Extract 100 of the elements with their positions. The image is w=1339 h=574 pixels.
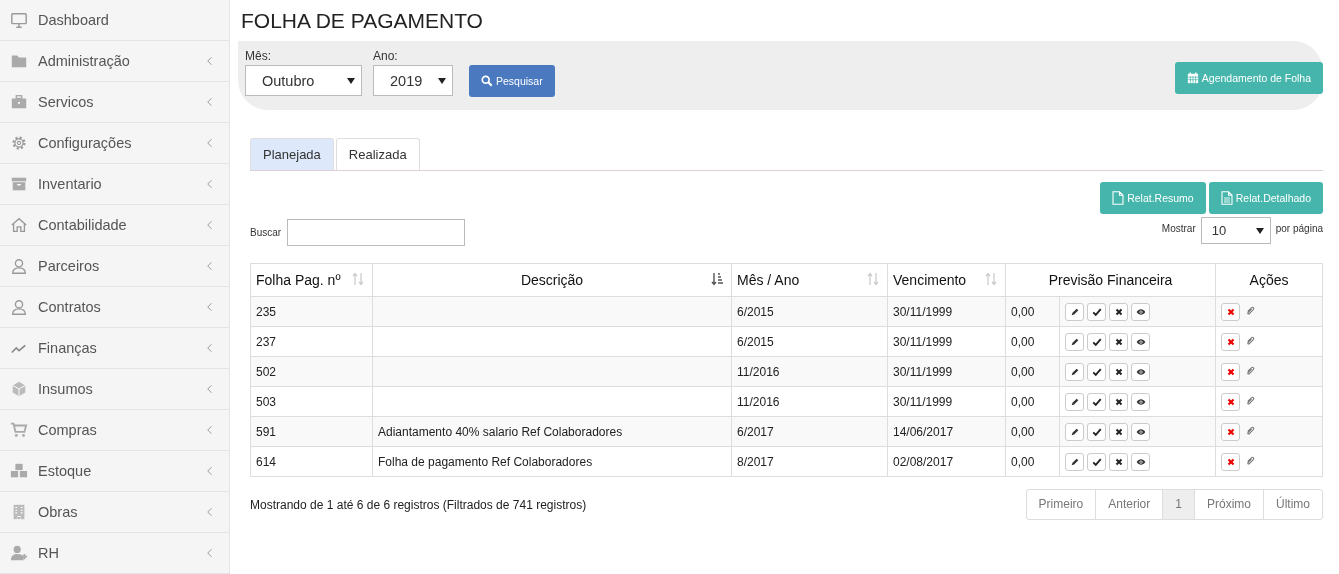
- confirm-button[interactable]: [1087, 452, 1106, 471]
- column-header[interactable]: Ações: [1215, 263, 1323, 297]
- pencil-icon: [1069, 366, 1080, 377]
- confirm-button[interactable]: [1087, 422, 1106, 441]
- column-header[interactable]: Previsão Financeira: [1005, 263, 1216, 297]
- edit-button[interactable]: [1065, 422, 1084, 441]
- delete-button[interactable]: [1221, 392, 1240, 411]
- search-label: Buscar: [250, 227, 282, 238]
- delete-button[interactable]: [1221, 302, 1240, 321]
- view-button[interactable]: [1131, 392, 1150, 411]
- sidebar-item[interactable]: Servicos: [0, 82, 229, 123]
- tab[interactable]: Planejada: [250, 138, 334, 170]
- cancel-button[interactable]: [1109, 332, 1128, 351]
- table-cell: 6/2015: [731, 326, 888, 357]
- view-button[interactable]: [1131, 362, 1150, 381]
- sidebar-item[interactable]: Compras: [0, 410, 229, 451]
- search-button[interactable]: Pesquisar: [469, 65, 555, 97]
- monitor-icon: [10, 11, 28, 29]
- table-cell: 0,00: [1005, 356, 1060, 387]
- pagination-link[interactable]: Próximo: [1194, 490, 1263, 519]
- delete-button[interactable]: [1221, 362, 1240, 381]
- confirm-button[interactable]: [1087, 362, 1106, 381]
- edit-button[interactable]: [1065, 302, 1084, 321]
- edit-button[interactable]: [1065, 392, 1084, 411]
- cancel-button[interactable]: [1109, 302, 1128, 321]
- pagination-link[interactable]: 1: [1162, 490, 1194, 519]
- edit-button[interactable]: [1065, 452, 1084, 471]
- tab[interactable]: Realizada: [335, 138, 420, 170]
- cancel-button[interactable]: [1109, 452, 1128, 471]
- page-size-suffix: por página: [1275, 223, 1323, 234]
- column-header[interactable]: Descrição: [372, 263, 732, 297]
- view-button[interactable]: [1131, 422, 1150, 441]
- check-icon: [1091, 426, 1102, 437]
- table-cell: 502: [250, 356, 373, 387]
- year-select[interactable]: 2019: [373, 65, 453, 96]
- cancel-button[interactable]: [1109, 392, 1128, 411]
- cancel-button[interactable]: [1109, 422, 1128, 441]
- pencil-icon: [1069, 306, 1080, 317]
- column-header[interactable]: Vencimento: [887, 263, 1006, 297]
- field-label: Mês:: [245, 49, 272, 63]
- table-cell: 503: [250, 386, 373, 417]
- table-cell: Folha de pagamento Ref Colaboradores: [372, 446, 732, 477]
- close-icon: [1225, 456, 1236, 467]
- table-cell: 591: [250, 416, 373, 447]
- table-cell: 235: [250, 296, 373, 327]
- sidebar-item[interactable]: Contratos: [0, 287, 229, 328]
- sidebar-item[interactable]: Insumos: [0, 369, 229, 410]
- eye-icon: [1135, 396, 1146, 407]
- pagination-link[interactable]: Primeiro: [1026, 490, 1096, 519]
- sidebar-item[interactable]: Finanças: [0, 328, 229, 369]
- pagination-link[interactable]: Último: [1263, 490, 1322, 519]
- cube-icon: [10, 380, 28, 398]
- column-header[interactable]: Mês / Ano: [731, 263, 888, 297]
- delete-button[interactable]: [1221, 452, 1240, 471]
- page-size-select[interactable]: 10: [1200, 217, 1271, 244]
- pencil-icon: [1069, 426, 1080, 437]
- delete-button[interactable]: [1221, 422, 1240, 441]
- sort-icon: [352, 272, 364, 286]
- search-field[interactable]: [287, 219, 466, 246]
- view-button[interactable]: [1131, 452, 1150, 471]
- month-select[interactable]: Outubro: [245, 65, 362, 96]
- sidebar-item[interactable]: RH: [0, 533, 229, 574]
- page-size-label: Mostrar: [1161, 223, 1196, 234]
- sidebar-item[interactable]: Estoque: [0, 451, 229, 492]
- cancel-button[interactable]: [1109, 362, 1128, 381]
- close-icon: [1113, 366, 1124, 377]
- view-button[interactable]: [1131, 302, 1150, 321]
- document-icon: [1220, 191, 1233, 205]
- table-cell: 30/11/1999: [887, 386, 1006, 417]
- confirm-button[interactable]: [1087, 392, 1106, 411]
- close-icon: [1113, 306, 1124, 317]
- caret-icon: [438, 76, 446, 85]
- delete-button[interactable]: [1221, 332, 1240, 351]
- check-icon: [1091, 336, 1102, 347]
- close-icon: [1113, 396, 1124, 407]
- sidebar-item[interactable]: Inventario: [0, 164, 229, 205]
- caret-icon: [1255, 226, 1264, 235]
- sidebar-item[interactable]: Contabilidade: [0, 205, 229, 246]
- column-header[interactable]: Folha Pag. nº: [250, 263, 373, 297]
- table-cell: 11/2016: [731, 356, 888, 387]
- close-icon: [1225, 366, 1236, 377]
- confirm-button[interactable]: [1087, 302, 1106, 321]
- edit-button[interactable]: [1065, 362, 1084, 381]
- user-icon: [10, 257, 28, 275]
- sidebar-item[interactable]: Dashboard: [0, 0, 229, 41]
- confirm-button[interactable]: [1087, 332, 1106, 351]
- eye-icon: [1135, 306, 1146, 317]
- check-icon: [1091, 396, 1102, 407]
- pencil-icon: [1069, 336, 1080, 347]
- eye-icon: [1135, 336, 1146, 347]
- pencil-icon: [1069, 456, 1080, 467]
- sidebar-item[interactable]: Administração: [0, 41, 229, 82]
- sidebar-item[interactable]: Parceiros: [0, 246, 229, 287]
- sidebar-item[interactable]: Obras: [0, 492, 229, 533]
- edit-button[interactable]: [1065, 332, 1084, 351]
- close-icon: [1225, 396, 1236, 407]
- close-icon: [1225, 426, 1236, 437]
- paperclip-icon: [1244, 456, 1256, 467]
- view-button[interactable]: [1131, 332, 1150, 351]
- sidebar-item[interactable]: Configurações: [0, 123, 229, 164]
